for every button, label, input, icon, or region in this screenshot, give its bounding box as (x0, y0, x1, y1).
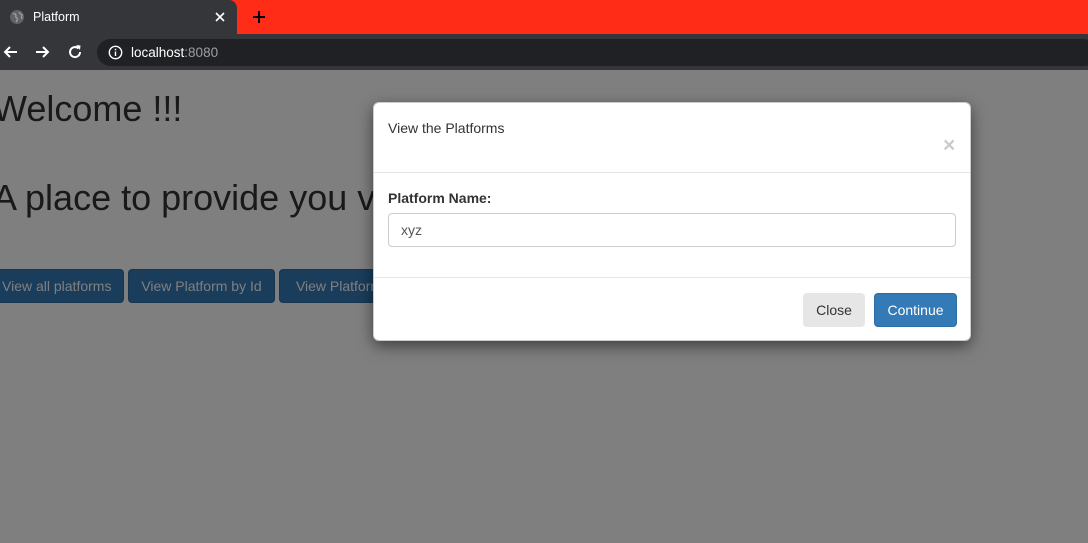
url-text: localhost:8080 (131, 45, 218, 60)
modal-title: View the Platforms (388, 120, 505, 136)
modal-header: View the Platforms × (374, 103, 970, 173)
back-arrow-icon[interactable] (1, 42, 21, 62)
platform-name-label: Platform Name: (388, 190, 492, 206)
modal-footer: Close Continue (374, 278, 970, 342)
tab-close-icon[interactable] (212, 9, 228, 25)
new-tab-icon[interactable] (250, 8, 268, 26)
browser-tab[interactable]: Platform (0, 0, 237, 34)
url-host: localhost (131, 45, 185, 60)
globe-icon (10, 10, 24, 24)
info-icon[interactable] (108, 45, 123, 60)
url-port: :8080 (184, 45, 219, 60)
tab-title: Platform (33, 10, 80, 24)
close-icon[interactable]: × (943, 135, 955, 156)
platform-name-input[interactable] (388, 213, 956, 247)
modal-body: Platform Name: (374, 173, 970, 278)
address-bar[interactable] (97, 39, 1088, 66)
tab-strip: Platform (0, 0, 1088, 34)
continue-button[interactable]: Continue (874, 293, 957, 327)
forward-arrow-icon[interactable] (32, 42, 52, 62)
close-button[interactable]: Close (803, 293, 865, 327)
platform-modal: View the Platforms × Platform Name: Clos… (373, 102, 971, 341)
reload-icon[interactable] (65, 42, 85, 62)
